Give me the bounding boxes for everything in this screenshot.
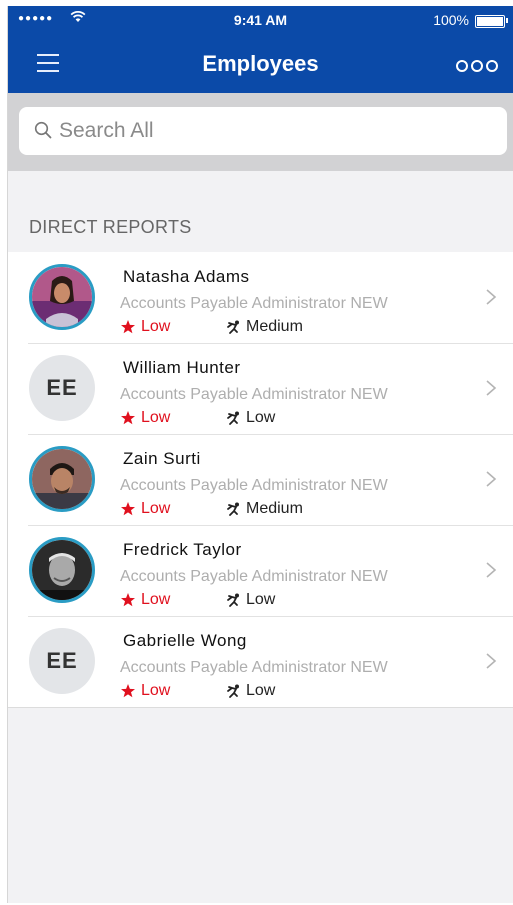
nav-bar: Employees [8, 34, 513, 93]
section-header-direct-reports: DIRECT REPORTS [29, 217, 192, 237]
chevron-right-icon [486, 380, 497, 396]
runner-icon [227, 502, 239, 516]
employee-name: Natasha Adams [123, 267, 250, 286]
metric-b: Low [225, 591, 275, 609]
page-title: Employees [202, 51, 319, 76]
metric-b: Low [225, 409, 275, 427]
avatar [29, 537, 95, 603]
chevron-right-icon [486, 471, 497, 487]
metric-a-value: Low [141, 500, 171, 517]
runner-icon [227, 684, 239, 698]
employee-row[interactable]: Natasha Adams Accounts Payable Administr… [8, 252, 513, 343]
employee-title: Accounts Payable Administrator NEW [120, 386, 388, 403]
metric-a-value: Low [141, 682, 171, 699]
employee-row[interactable]: Zain Surti Accounts Payable Administrato… [8, 434, 513, 525]
search-input[interactable] [59, 107, 479, 155]
metric-a: Low [120, 591, 170, 609]
metric-a-value: Low [141, 318, 171, 335]
employee-title: Accounts Payable Administrator NEW [120, 295, 388, 312]
runner-icon [227, 411, 239, 425]
metric-a-value: Low [141, 591, 171, 608]
metric-b: Low [225, 682, 275, 700]
status-bar: ●●●●● 9:41 AM 100% [8, 6, 513, 34]
employee-name: Zain Surti [123, 449, 201, 468]
employee-row[interactable]: EE Gabrielle Wong Accounts Payable Admin… [8, 616, 513, 707]
metric-a: Low [120, 500, 170, 518]
metric-a-value: Low [141, 409, 171, 426]
star-icon [121, 320, 135, 334]
chevron-right-icon [486, 289, 497, 305]
battery-percent: 100% [433, 12, 469, 28]
star-icon [121, 684, 135, 698]
search-bar [8, 93, 513, 171]
chevron-right-icon [486, 562, 497, 578]
runner-icon [227, 320, 239, 334]
employee-row[interactable]: EE William Hunter Accounts Payable Admin… [8, 343, 513, 434]
avatar [29, 446, 95, 512]
metric-b-value: Low [246, 682, 276, 699]
star-icon [121, 593, 135, 607]
battery-tip [506, 18, 508, 23]
employee-title: Accounts Payable Administrator NEW [120, 568, 388, 585]
search-box[interactable] [19, 107, 507, 155]
chevron-right-icon [486, 653, 497, 669]
avatar-initials: EE [29, 628, 95, 694]
star-icon [121, 411, 135, 425]
avatar [29, 264, 95, 330]
employee-name: William Hunter [123, 358, 241, 377]
employee-list: Natasha Adams Accounts Payable Administr… [8, 252, 513, 708]
star-icon [121, 502, 135, 516]
metric-b-value: Low [246, 591, 276, 608]
employee-title: Accounts Payable Administrator NEW [120, 477, 388, 494]
metric-b-value: Medium [246, 500, 303, 517]
battery-icon [475, 15, 505, 28]
search-icon [34, 121, 52, 139]
metric-a: Low [120, 682, 170, 700]
avatar-initials: EE [29, 355, 95, 421]
metric-b-value: Low [246, 409, 276, 426]
employee-title: Accounts Payable Administrator NEW [120, 659, 388, 676]
metric-b-value: Medium [246, 318, 303, 335]
employee-name: Fredrick Taylor [123, 540, 242, 559]
metric-b: Medium [225, 318, 303, 336]
more-options-icon[interactable] [456, 60, 498, 72]
metric-a: Low [120, 409, 170, 427]
employee-row[interactable]: Fredrick Taylor Accounts Payable Adminis… [8, 525, 513, 616]
metric-a: Low [120, 318, 170, 336]
runner-icon [227, 593, 239, 607]
metric-b: Medium [225, 500, 303, 518]
phone-screen: ●●●●● 9:41 AM 100% Employees DIRECT REPO… [7, 6, 513, 903]
employee-name: Gabrielle Wong [123, 631, 247, 650]
